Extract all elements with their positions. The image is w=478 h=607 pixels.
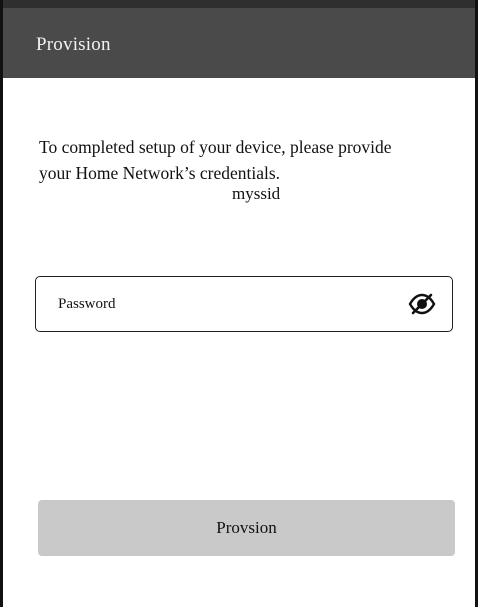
app-bar-title: Provision bbox=[36, 34, 111, 55]
provision-button[interactable]: Provsion bbox=[38, 500, 455, 556]
app-bar: Provision bbox=[3, 0, 475, 78]
network-ssid: myssid bbox=[232, 184, 281, 203]
setup-instructions: To completed setup of your device, pleas… bbox=[39, 137, 392, 183]
password-input[interactable] bbox=[58, 291, 378, 317]
provision-screen: Provision To completed setup of your dev… bbox=[0, 0, 478, 607]
password-field[interactable] bbox=[35, 276, 453, 332]
eye-off-icon[interactable] bbox=[408, 293, 436, 315]
